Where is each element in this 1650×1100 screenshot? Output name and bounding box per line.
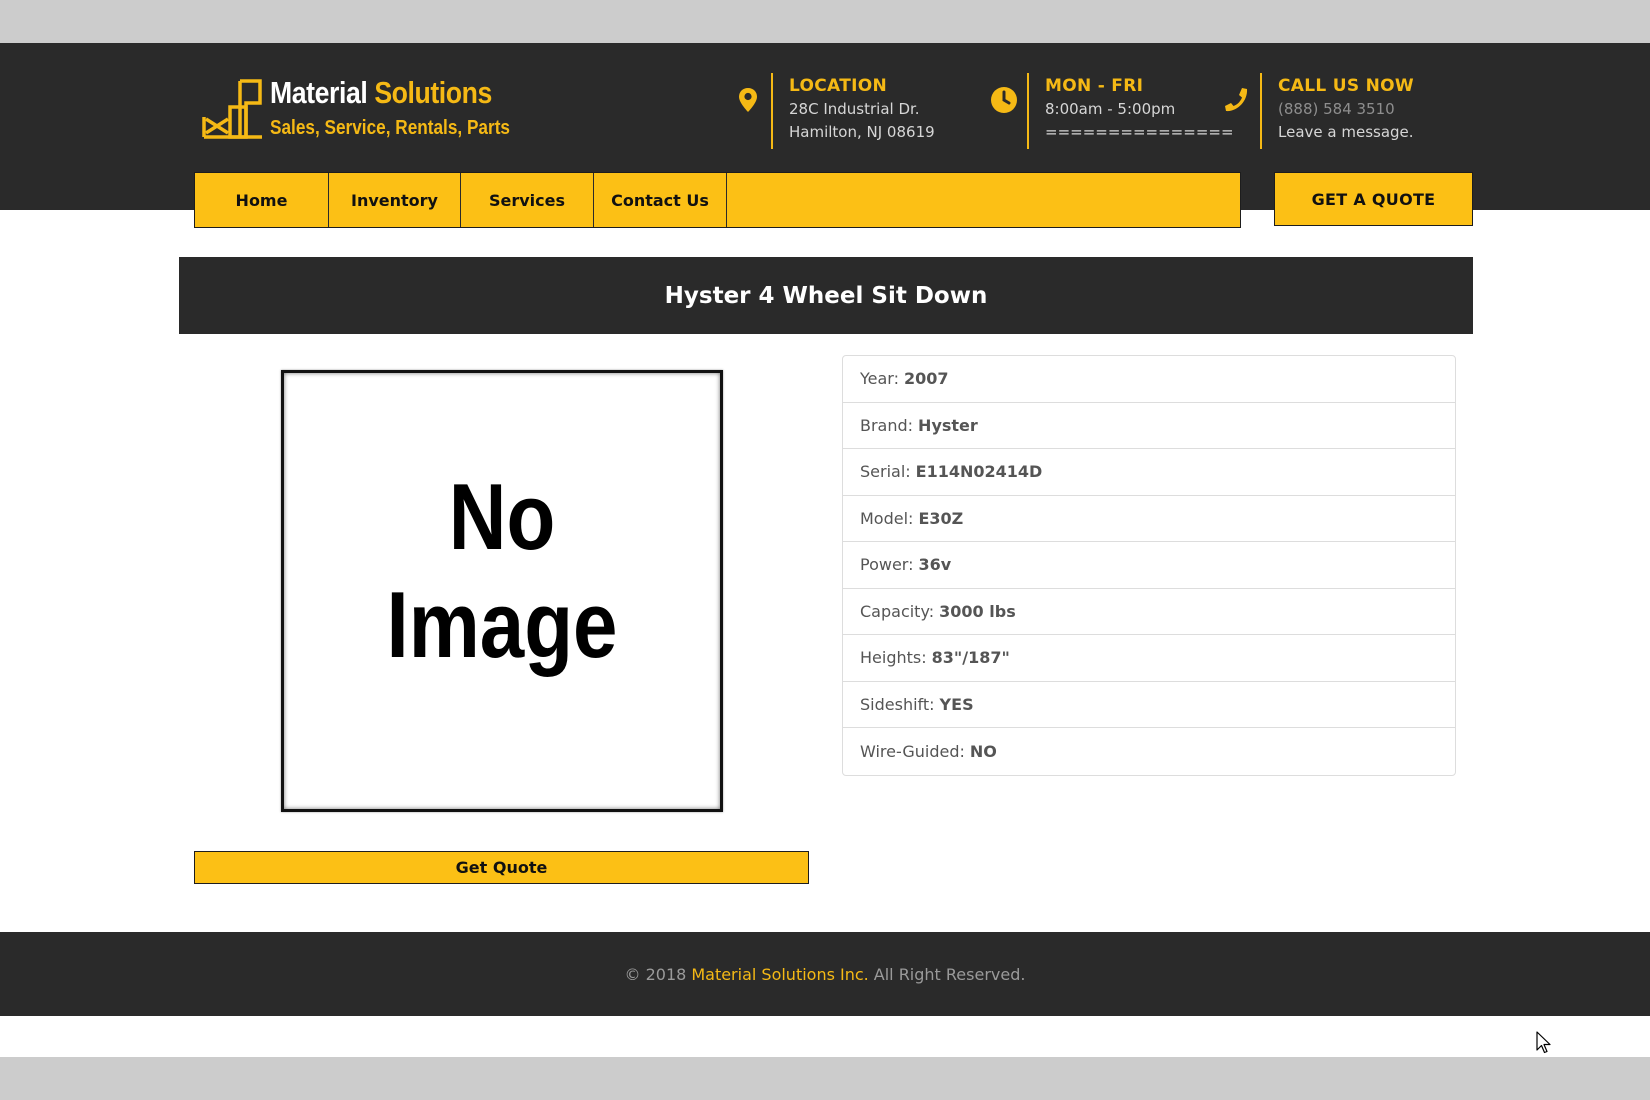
call-line2: Leave a message. — [1278, 123, 1414, 141]
nav-item-inventory[interactable]: Inventory — [329, 173, 461, 227]
location-title: LOCATION — [789, 76, 887, 96]
phone-icon — [1225, 88, 1248, 112]
map-pin-icon — [739, 88, 757, 112]
logo-tagline: Sales, Service, Rentals, Parts — [270, 117, 510, 139]
get-a-quote-button[interactable]: GET A QUOTE — [1274, 172, 1473, 226]
forklift-logo-icon — [202, 79, 262, 139]
footer-copyright: © 2018 — [624, 964, 687, 984]
hours-title: MON - FRI — [1045, 76, 1144, 96]
footer-brand-link[interactable]: Material Solutions Inc. — [691, 965, 868, 984]
spec-list: Year: 2007 Brand: Hyster Serial: E114N02414… — [842, 355, 1456, 776]
spec-row-heights: Heights: 83"/187" — [843, 635, 1455, 682]
spec-row-serial: Serial: E114N02414D — [843, 449, 1455, 496]
page-title-bar: Hyster 4 Wheel Sit Down — [179, 257, 1473, 334]
location-line2: Hamilton, NJ 08619 — [789, 123, 935, 141]
logo-name: Material Solutions — [270, 75, 492, 110]
spec-row-wire-guided: Wire-Guided: NO — [860, 741, 997, 761]
no-image-text-line2: Image — [387, 573, 618, 678]
spec-row-capacity: Capacity: 3000 lbs — [843, 589, 1455, 635]
hours-line1: 8:00am - 5:00pm — [1045, 100, 1176, 118]
site-logo[interactable]: Material Solutions Sales, Service, Renta… — [200, 73, 520, 183]
main-nav: Home Inventory Services Contact Us — [194, 172, 1241, 228]
footer-rights: All Right Reserved. — [873, 964, 1026, 984]
page-title: Hyster 4 Wheel Sit Down — [664, 282, 988, 309]
hours-line2: =============== — [1045, 123, 1234, 141]
get-quote-button[interactable]: Get Quote — [194, 851, 809, 884]
spec-row-model: Model: E30Z — [843, 496, 1455, 542]
call-title: CALL US NOW — [1278, 76, 1414, 96]
product-image-placeholder: No Image — [281, 370, 723, 812]
spec-row-year: Year: 2007 — [843, 356, 1455, 403]
phone-number-link[interactable]: (888) 584 3510 — [1278, 98, 1414, 121]
spec-row-sideshift: Sideshift: YES — [843, 682, 1455, 728]
spec-row-power: Power: 36v — [843, 542, 1455, 589]
page: Material Solutions Sales, Service, Renta… — [0, 43, 1650, 1057]
clock-icon — [991, 87, 1017, 113]
spec-row-brand: Brand: Hyster — [843, 403, 1455, 449]
nav-item-home[interactable]: Home — [195, 173, 329, 227]
no-image-text-line1: No — [449, 465, 555, 570]
nav-item-services[interactable]: Services — [461, 173, 594, 227]
mouse-cursor-icon — [1536, 1031, 1551, 1054]
nav-item-contact-us[interactable]: Contact Us — [594, 173, 727, 227]
site-footer: © 2018 Material Solutions Inc. All Right… — [0, 932, 1650, 1016]
location-line1: 28C Industrial Dr. — [789, 100, 920, 118]
